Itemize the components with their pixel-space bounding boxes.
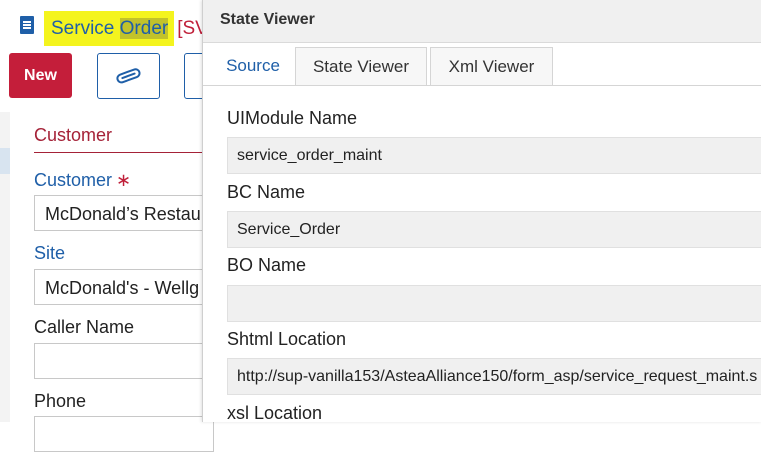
customer-label-text: Customer	[34, 170, 113, 190]
tab-state-viewer[interactable]: State Viewer	[295, 47, 427, 85]
xsl-location-label: xsl Location	[227, 403, 323, 423]
attach-button[interactable]	[97, 53, 160, 99]
shtml-location-value[interactable]: http://sup-vanilla153/AsteaAlliance150/f…	[227, 358, 761, 395]
bc-name-value[interactable]: Service_Order	[227, 211, 761, 248]
customer-label: Customer ∗	[34, 170, 131, 191]
title-word-service: Service	[51, 18, 115, 39]
left-nav-strip	[0, 112, 10, 422]
panel-header: State Viewer	[203, 0, 761, 43]
site-label: Site	[34, 243, 66, 263]
bc-name-label: BC Name	[227, 182, 306, 202]
menu-list-icon[interactable]	[20, 16, 34, 34]
caller-name-field[interactable]	[34, 343, 214, 379]
bo-name-value[interactable]	[227, 285, 761, 322]
tab-underline	[203, 85, 761, 86]
uimodule-name-value[interactable]: service_order_maint	[227, 137, 761, 174]
required-marker: ∗	[116, 170, 132, 190]
panel-title: State Viewer	[220, 11, 315, 28]
site-field[interactable]: McDonald's - Wellg	[34, 269, 214, 305]
state-viewer-panel: State Viewer Source State Viewer Xml Vie…	[202, 0, 761, 423]
bo-name-label: BO Name	[227, 255, 307, 275]
customer-field[interactable]: McDonald’s Restau	[34, 195, 214, 231]
paperclip-icon	[116, 68, 141, 84]
phone-field[interactable]	[34, 416, 214, 452]
title-highlight: Service Order	[44, 11, 175, 46]
shtml-location-label: Shtml Location	[227, 329, 347, 349]
caller-name-label: Caller Name	[34, 317, 135, 337]
title-word-order: Order	[119, 18, 169, 39]
phone-label: Phone	[34, 391, 87, 411]
customer-section-title: Customer	[34, 125, 113, 145]
new-button[interactable]: New	[9, 53, 72, 98]
left-nav-marker[interactable]	[0, 148, 10, 174]
section-divider	[34, 152, 204, 153]
uimodule-name-label: UIModule Name	[227, 108, 358, 128]
tab-xml-viewer[interactable]: Xml Viewer	[430, 47, 553, 85]
tab-source[interactable]: Source	[211, 47, 295, 85]
page-title: Service Order [SV	[44, 11, 208, 46]
